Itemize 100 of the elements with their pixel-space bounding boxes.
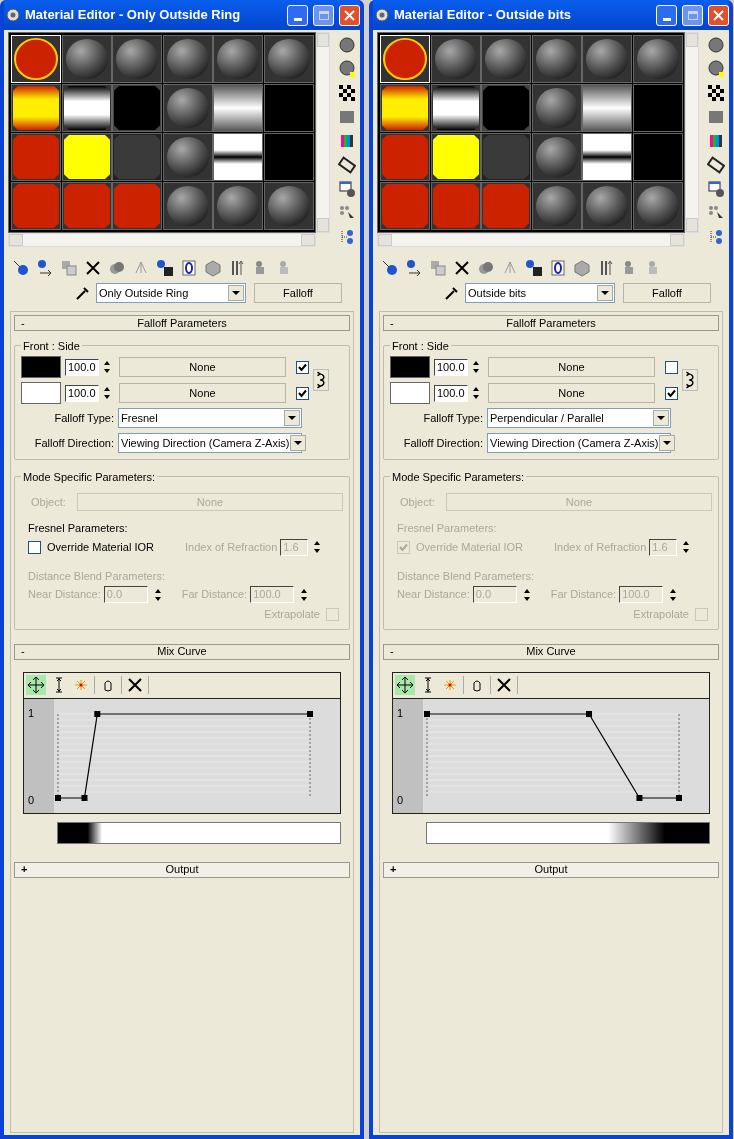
checkbox[interactable] bbox=[665, 360, 678, 374]
curve-point[interactable] bbox=[94, 710, 101, 717]
checkbox[interactable] bbox=[28, 540, 41, 554]
caret-icon bbox=[289, 435, 306, 451]
horizontal-scrollbar[interactable] bbox=[8, 233, 316, 247]
delete-icon[interactable] bbox=[126, 676, 144, 694]
map-button[interactable]: None bbox=[119, 383, 286, 403]
rollout-header[interactable]: - Falloff Parameters bbox=[383, 315, 719, 331]
spinner-icon[interactable] bbox=[472, 359, 480, 375]
number-field[interactable]: 100.0 bbox=[434, 358, 468, 376]
color-bars-icon[interactable] bbox=[338, 132, 356, 150]
maximize-button[interactable] bbox=[682, 4, 703, 26]
square-icon[interactable] bbox=[338, 108, 356, 126]
color-bars-icon[interactable] bbox=[707, 132, 725, 150]
sphere-icon[interactable] bbox=[338, 36, 356, 54]
material-slot[interactable] bbox=[430, 133, 481, 181]
material-slot[interactable] bbox=[61, 84, 112, 132]
dropdown[interactable]: Fresnel bbox=[118, 408, 302, 428]
curve-point[interactable] bbox=[307, 710, 313, 717]
cube-icon[interactable] bbox=[204, 259, 222, 277]
zero-icon[interactable] bbox=[180, 259, 198, 277]
swap-icon[interactable] bbox=[682, 369, 698, 391]
material-slot[interactable] bbox=[430, 84, 481, 132]
rollout-header[interactable]: - Mix Curve bbox=[14, 643, 350, 660]
horizontal-scrollbar[interactable] bbox=[377, 233, 685, 247]
spinner-icon[interactable] bbox=[472, 385, 480, 401]
window-sphere-icon[interactable] bbox=[338, 180, 356, 198]
move-icon[interactable] bbox=[395, 675, 415, 695]
checkbox[interactable] bbox=[296, 386, 309, 400]
rollout-title: Falloff Parameters bbox=[505, 315, 597, 331]
material-type-button[interactable]: Falloff bbox=[623, 283, 711, 303]
spinner-icon[interactable] bbox=[103, 359, 111, 375]
window-sphere-icon[interactable] bbox=[707, 180, 725, 198]
spheres-icon[interactable] bbox=[108, 259, 126, 277]
curve-point[interactable] bbox=[636, 794, 643, 801]
checker-icon[interactable] bbox=[338, 84, 356, 102]
rollout-header[interactable]: + Output bbox=[14, 861, 350, 878]
sphere-light-icon[interactable] bbox=[338, 60, 356, 78]
sphere-arrow-icon[interactable] bbox=[12, 259, 30, 277]
dropdown[interactable]: Outside bits bbox=[465, 283, 615, 303]
rollout-header[interactable]: - Falloff Parameters bbox=[14, 315, 350, 331]
sphere-light-icon[interactable] bbox=[707, 60, 725, 78]
save-sphere-icon[interactable] bbox=[525, 259, 543, 277]
close-button[interactable] bbox=[339, 4, 360, 26]
vertical-scrollbar[interactable] bbox=[316, 32, 330, 233]
material-slot[interactable] bbox=[213, 84, 264, 132]
curve-point[interactable] bbox=[55, 794, 61, 801]
close-button[interactable] bbox=[708, 4, 729, 26]
number-field[interactable]: 100.0 bbox=[65, 358, 99, 376]
number-field[interactable]: 100.0 bbox=[65, 384, 99, 402]
tree-icon[interactable] bbox=[338, 228, 356, 246]
color-swatch[interactable] bbox=[390, 382, 430, 404]
dropdown[interactable]: Perpendicular / Parallel bbox=[487, 408, 671, 428]
move-icon[interactable] bbox=[26, 675, 46, 695]
sphere-icon[interactable] bbox=[707, 36, 725, 54]
number-field[interactable]: 100.0 bbox=[434, 384, 468, 402]
color-swatch[interactable] bbox=[21, 356, 61, 378]
zero-icon[interactable] bbox=[549, 259, 567, 277]
sphere-swap-icon[interactable] bbox=[405, 259, 423, 277]
spinner-icon[interactable] bbox=[682, 539, 691, 555]
spheres-icon[interactable] bbox=[477, 259, 495, 277]
color-swatch[interactable] bbox=[390, 356, 430, 378]
rollout-header[interactable]: - Mix Curve bbox=[383, 643, 719, 660]
sphere-arrow-icon[interactable] bbox=[381, 259, 399, 277]
material-slot[interactable] bbox=[582, 84, 633, 132]
square-icon[interactable] bbox=[707, 108, 725, 126]
spinner-icon[interactable] bbox=[103, 385, 111, 401]
curve-point[interactable] bbox=[424, 710, 430, 717]
delete-icon[interactable] bbox=[84, 259, 102, 277]
sphere-swap-icon[interactable] bbox=[36, 259, 54, 277]
material-slot[interactable] bbox=[380, 84, 430, 132]
maximize-button[interactable] bbox=[313, 4, 334, 26]
curve-point[interactable] bbox=[676, 794, 682, 801]
material-slot[interactable] bbox=[582, 133, 633, 181]
cube-icon[interactable] bbox=[573, 259, 591, 277]
curve-point[interactable] bbox=[586, 710, 593, 717]
checkbox[interactable] bbox=[665, 386, 678, 400]
map-button[interactable]: None bbox=[488, 357, 655, 377]
rollout-header[interactable]: + Output bbox=[383, 861, 719, 878]
minimize-button[interactable] bbox=[287, 4, 308, 26]
map-button[interactable]: None bbox=[119, 357, 286, 377]
color-swatch[interactable] bbox=[21, 382, 61, 404]
material-type-button[interactable]: Falloff bbox=[254, 283, 342, 303]
material-slot[interactable] bbox=[61, 133, 112, 181]
dropdown[interactable]: Only Outside Ring bbox=[96, 283, 246, 303]
delete-icon[interactable] bbox=[495, 676, 513, 694]
checker-icon[interactable] bbox=[707, 84, 725, 102]
delete-icon[interactable] bbox=[453, 259, 471, 277]
material-slot[interactable] bbox=[213, 133, 264, 181]
checkbox[interactable] bbox=[296, 360, 309, 374]
checkbox-label: Extrapolate bbox=[633, 607, 689, 622]
spinner-icon[interactable] bbox=[313, 539, 322, 555]
map-button[interactable]: None bbox=[488, 383, 655, 403]
curve-point[interactable] bbox=[81, 794, 88, 801]
swap-icon[interactable] bbox=[313, 369, 329, 391]
vertical-scrollbar[interactable] bbox=[685, 32, 699, 233]
minimize-button[interactable] bbox=[656, 4, 677, 26]
save-sphere-icon[interactable] bbox=[156, 259, 174, 277]
tree-icon[interactable] bbox=[707, 228, 725, 246]
material-slot[interactable] bbox=[11, 84, 61, 132]
